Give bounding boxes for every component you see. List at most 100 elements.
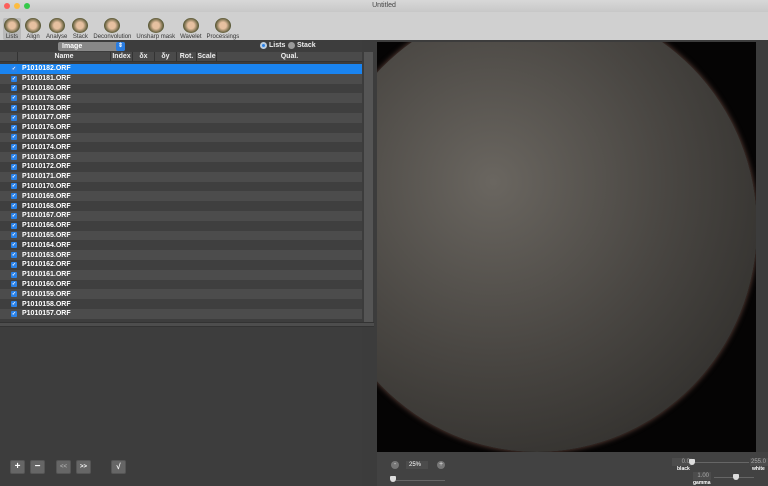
col-check — [0, 52, 18, 61]
table-row[interactable]: ✓ P1010178.ORF — [0, 103, 362, 113]
table-row[interactable]: ✓ P1010162.ORF — [0, 259, 362, 270]
add-button[interactable]: + — [10, 460, 25, 474]
file-name: P1010162.ORF — [22, 261, 71, 269]
table-row[interactable]: ✓ P1010167.ORF — [0, 210, 362, 221]
row-checkbox[interactable]: ✓ — [11, 114, 17, 121]
row-checkbox[interactable]: ✓ — [11, 222, 17, 229]
row-checkbox[interactable]: ✓ — [11, 193, 17, 200]
row-checkbox[interactable]: ✓ — [11, 242, 17, 249]
col-dy[interactable]: δy — [155, 52, 177, 61]
row-checkbox[interactable]: ✓ — [11, 85, 17, 92]
col-name[interactable]: Name — [18, 52, 111, 61]
row-checkbox[interactable]: ✓ — [11, 232, 17, 239]
check-button[interactable]: √ — [111, 460, 126, 474]
zoom-field[interactable]: 25% — [406, 461, 428, 469]
row-checkbox[interactable]: ✓ — [11, 281, 17, 288]
table-row[interactable]: ✓ P1010181.ORF — [0, 73, 362, 84]
row-checkbox[interactable]: ✓ — [11, 183, 17, 190]
toolbar-unsharp-mask-button[interactable]: Unsharp mask — [135, 18, 176, 40]
row-checkbox[interactable]: ✓ — [11, 105, 17, 112]
toolbar-deconvolution-button[interactable]: Deconvolution — [92, 18, 132, 40]
close-button[interactable] — [4, 3, 10, 9]
table-row[interactable]: ✓ P1010160.ORF — [0, 279, 362, 290]
row-checkbox[interactable]: ✓ — [11, 212, 17, 219]
table-row[interactable]: ✓ P1010176.ORF — [0, 122, 362, 133]
gamma-field[interactable]: 1.00 — [693, 472, 711, 480]
row-checkbox[interactable]: ✓ — [11, 75, 17, 82]
row-checkbox[interactable]: ✓ — [11, 95, 17, 102]
splitter[interactable] — [0, 322, 374, 327]
row-checkbox[interactable]: ✓ — [11, 163, 17, 170]
zoom-slider-thumb[interactable] — [390, 476, 396, 482]
black-white-slider[interactable] — [693, 462, 749, 463]
black-thumb[interactable] — [689, 459, 695, 465]
radio-label: Lists — [269, 42, 286, 49]
table-row[interactable]: ✓ P1010182.ORF — [0, 64, 362, 74]
col-qual[interactable]: Qual. — [217, 52, 362, 61]
row-checkbox[interactable]: ✓ — [11, 291, 17, 298]
row-checkbox[interactable]: ✓ — [11, 124, 17, 131]
table-row[interactable]: ✓ P1010159.ORF — [0, 289, 362, 300]
file-name: P1010180.ORF — [22, 84, 71, 92]
col-rot[interactable]: Rot. — [177, 52, 197, 61]
table-row[interactable]: ✓ P1010161.ORF — [0, 269, 362, 280]
table-row[interactable]: ✓ P1010173.ORF — [0, 152, 362, 162]
table-row[interactable]: ✓ P1010165.ORF — [0, 230, 362, 241]
table-row[interactable]: ✓ P1010169.ORF — [0, 191, 362, 202]
file-name: P1010165.ORF — [22, 231, 71, 239]
gamma-thumb[interactable] — [733, 474, 739, 480]
table-row[interactable]: ✓ P1010177.ORF — [0, 112, 362, 123]
radio-stack[interactable]: Stack — [288, 42, 316, 49]
white-field[interactable]: 255.0 — [750, 458, 768, 466]
image-viewer[interactable] — [377, 42, 756, 452]
image-type-select[interactable]: Image ⇕ — [58, 42, 125, 51]
next-button[interactable]: >> — [76, 460, 91, 474]
toolbar-stack-button[interactable]: Stack — [71, 18, 89, 40]
table-row[interactable]: ✓ P1010171.ORF — [0, 171, 362, 182]
table-row[interactable]: ✓ P1010172.ORF — [0, 161, 362, 172]
remove-button[interactable]: − — [30, 460, 45, 474]
zoom-slider-track[interactable] — [393, 480, 445, 481]
row-checkbox[interactable]: ✓ — [11, 65, 17, 72]
row-checkbox[interactable]: ✓ — [11, 144, 17, 151]
row-checkbox[interactable]: ✓ — [11, 261, 17, 268]
table-row[interactable]: ✓ P1010157.ORF — [0, 308, 362, 319]
list-scrollbar[interactable] — [364, 52, 373, 322]
previous-button[interactable]: << — [56, 460, 71, 474]
row-checkbox[interactable]: ✓ — [11, 173, 17, 180]
table-row[interactable]: ✓ P1010170.ORF — [0, 181, 362, 192]
row-checkbox[interactable]: ✓ — [11, 252, 17, 259]
table-row[interactable]: ✓ P1010175.ORF — [0, 132, 362, 143]
table-row[interactable]: ✓ P1010168.ORF — [0, 201, 362, 211]
row-checkbox[interactable]: ✓ — [11, 154, 17, 161]
toolbar-lists-button[interactable]: Lists — [3, 18, 21, 40]
toolbar-processings-button[interactable]: Processings — [206, 18, 241, 40]
row-checkbox[interactable]: ✓ — [11, 203, 17, 210]
col-scale[interactable]: Scale — [197, 52, 217, 61]
file-name: P1010160.ORF — [22, 280, 71, 288]
row-checkbox[interactable]: ✓ — [11, 271, 17, 278]
file-name: P1010168.ORF — [22, 202, 71, 210]
toolbar-analyse-button[interactable]: Analyse — [45, 18, 68, 40]
col-dx[interactable]: δx — [133, 52, 155, 61]
table-row[interactable]: ✓ P1010158.ORF — [0, 299, 362, 309]
table-row[interactable]: ✓ P1010163.ORF — [0, 250, 362, 260]
zoom-in-button[interactable]: + — [437, 461, 445, 469]
table-row[interactable]: ✓ P1010174.ORF — [0, 142, 362, 153]
table-row[interactable]: ✓ P1010164.ORF — [0, 240, 362, 251]
row-checkbox[interactable]: ✓ — [11, 301, 17, 308]
lists-icon — [4, 18, 20, 33]
row-checkbox[interactable]: ✓ — [11, 134, 17, 141]
col-index[interactable]: Index — [111, 52, 133, 61]
table-row[interactable]: ✓ P1010180.ORF — [0, 83, 362, 94]
table-row[interactable]: ✓ P1010166.ORF — [0, 220, 362, 231]
toolbar-wavelet-button[interactable]: Wavelet — [179, 18, 202, 40]
toolbar-align-button[interactable]: Align — [24, 18, 42, 40]
row-checkbox[interactable]: ✓ — [11, 310, 17, 317]
zoom-out-button[interactable]: - — [391, 461, 399, 469]
stack-icon — [72, 18, 89, 33]
minimize-button[interactable] — [14, 3, 20, 9]
table-row[interactable]: ✓ P1010179.ORF — [0, 93, 362, 104]
zoom-button[interactable] — [24, 3, 30, 9]
radio-lists[interactable]: Lists — [260, 42, 285, 49]
